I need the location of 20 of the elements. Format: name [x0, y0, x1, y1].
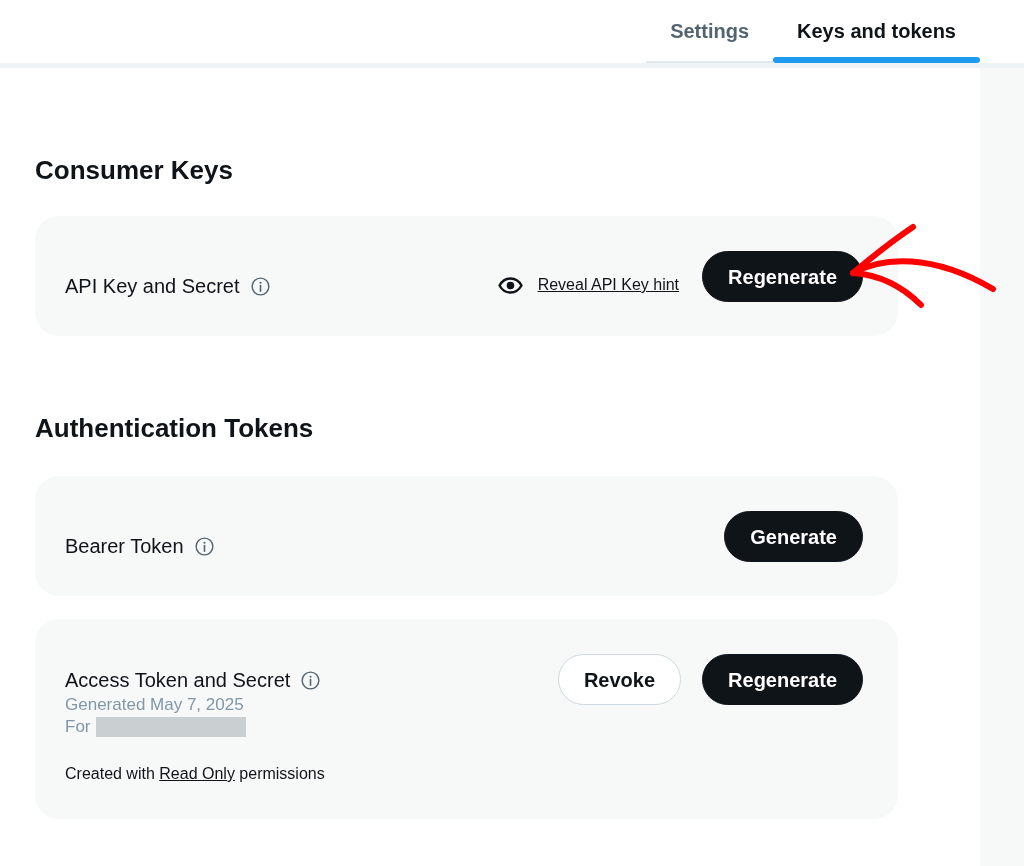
- reveal-key-link[interactable]: Reveal API Key hint: [537, 275, 680, 295]
- eye-icon[interactable]: [497, 276, 523, 294]
- credential-label: Access Token and Secret: [65, 668, 291, 693]
- credential-label: Bearer Token: [65, 534, 184, 559]
- for-label: For: [65, 716, 91, 738]
- permissions-note: Created with Read Only permissions: [65, 764, 325, 784]
- regenerate-button[interactable]: Regenerate: [702, 654, 863, 705]
- info-icon[interactable]: [250, 276, 270, 296]
- section-heading: Consumer Keys: [35, 154, 233, 186]
- regenerate-button[interactable]: Regenerate: [702, 251, 863, 302]
- section-heading: Authentication Tokens: [35, 412, 314, 444]
- revoke-button[interactable]: Revoke: [557, 654, 682, 705]
- info-icon[interactable]: [194, 536, 214, 556]
- credential-label: API Key and Secret: [65, 274, 240, 299]
- tab[interactable]: Settings: [646, 0, 774, 63]
- generated-date: Generated May 7, 2025: [65, 694, 244, 716]
- generate-button[interactable]: Generate: [724, 511, 863, 562]
- tab[interactable]: Keys and tokens: [773, 0, 980, 63]
- read-only-link[interactable]: Read Only: [159, 765, 235, 782]
- info-icon[interactable]: [301, 670, 321, 690]
